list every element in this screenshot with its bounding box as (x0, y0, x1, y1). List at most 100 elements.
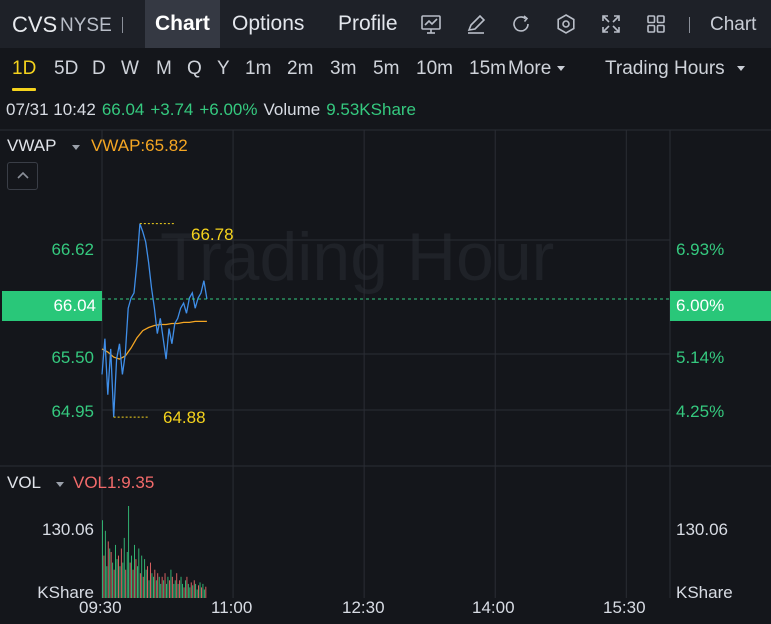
volume-bar (102, 520, 103, 598)
volume-bar (177, 583, 179, 598)
volume-bar (173, 583, 175, 598)
price-axis-label: 64.95 (51, 402, 94, 421)
volume-bar (182, 583, 183, 598)
volume-bar (139, 573, 141, 598)
time-axis-label: 12:30 (342, 598, 385, 617)
volume-bar (154, 569, 156, 598)
volume-bar (141, 555, 143, 598)
volume-bar (158, 576, 160, 598)
volume-bar (104, 530, 106, 598)
volume-bar (131, 555, 132, 598)
volume-bar (103, 555, 105, 598)
volume-bar (205, 586, 207, 598)
volume-bar (113, 569, 115, 598)
volume-bar (199, 582, 201, 598)
volume-bar (106, 566, 108, 598)
vol-value: VOL1:9.35 (73, 473, 155, 492)
volume-bar (166, 583, 167, 598)
volume-bar (179, 580, 181, 598)
volume-bar (128, 506, 130, 598)
high-price-label: 66.78 (191, 225, 234, 244)
volume-bar (135, 559, 137, 598)
volume-bar (183, 587, 185, 598)
volume-axis-label: 130.06 (42, 520, 94, 539)
volume-bar (189, 587, 191, 598)
volume-bar (167, 576, 169, 598)
volume-bar (170, 569, 172, 598)
volume-bar (126, 552, 128, 598)
time-axis-label: 15:30 (603, 598, 646, 617)
volume-bar (129, 562, 131, 598)
volume-bar (118, 555, 119, 598)
volume-bar (109, 548, 111, 598)
volume-bar (174, 580, 176, 598)
volume-bar (176, 573, 178, 598)
volume-bar (171, 576, 173, 598)
low-price-label: 64.88 (163, 408, 206, 427)
volume-bar (150, 562, 151, 598)
volume-bar (187, 583, 189, 598)
pct-axis-label: 4.25% (676, 402, 725, 421)
time-axis-label: 14:00 (472, 598, 515, 617)
volume-bar (145, 569, 147, 598)
volume-bar (137, 566, 138, 598)
current-price-tag: 66.04 (2, 291, 102, 321)
volume-bar (112, 562, 114, 598)
volume-bar (148, 580, 150, 598)
current-pct-tag: 6.00% (670, 291, 771, 321)
volume-bar (190, 582, 192, 598)
volume-bar (142, 576, 144, 598)
chart-grid (0, 129, 771, 598)
volume-bar (132, 569, 134, 598)
volume-bar (147, 566, 148, 598)
volume-bar (164, 573, 166, 598)
volume-bar (120, 548, 122, 598)
volume-bar (116, 559, 118, 598)
vol-indicator-label[interactable]: VOL (7, 473, 41, 493)
vwap-value: VWAP:65.82 (91, 136, 188, 155)
volume-bar (202, 583, 204, 598)
collapse-button[interactable] (7, 162, 38, 190)
volume-bar (107, 541, 109, 598)
volume-bar (198, 585, 199, 598)
volume-bar (144, 559, 146, 598)
volume-bar (186, 576, 188, 598)
volume-bar (203, 589, 205, 598)
volume-bar (157, 573, 159, 598)
volume-bar (195, 583, 197, 598)
volume-bar (153, 576, 154, 598)
volume-bar (160, 583, 162, 598)
volume-bar (193, 580, 195, 598)
intraday-chart[interactable] (0, 0, 771, 624)
volume-bar (163, 580, 165, 598)
price-line (101, 223, 208, 418)
volume-bar (122, 562, 124, 598)
chevron-down-icon[interactable] (56, 482, 64, 487)
vwap-indicator-label[interactable]: VWAP (7, 136, 56, 156)
volume-bar (123, 537, 125, 598)
volume-unit-label: KShare (676, 583, 733, 602)
chevron-down-icon[interactable] (72, 145, 80, 150)
pct-axis-label: 5.14% (676, 348, 725, 367)
volume-bar (110, 552, 112, 598)
price-axis-label: 65.50 (51, 348, 94, 367)
price-axis-label: 66.62 (51, 240, 94, 259)
volume-bars (102, 506, 207, 598)
chevron-up-icon (16, 171, 29, 179)
volume-bar (134, 544, 135, 598)
volume-bar (169, 580, 170, 598)
volume-bar (161, 576, 163, 598)
volume-bar (151, 573, 153, 598)
volume-bar (115, 544, 116, 598)
volume-bar (155, 580, 157, 598)
volume-bar (138, 548, 140, 598)
volume-bar (185, 580, 186, 598)
volume-bar (201, 587, 202, 598)
pct-axis-label: 6.93% (676, 240, 725, 259)
time-axis-label: 11:00 (211, 598, 253, 617)
volume-bar (196, 589, 198, 598)
volume-bar (180, 576, 182, 598)
volume-axis-label: 130.06 (676, 520, 728, 539)
volume-bar (192, 585, 194, 598)
volume-bar (119, 566, 121, 598)
